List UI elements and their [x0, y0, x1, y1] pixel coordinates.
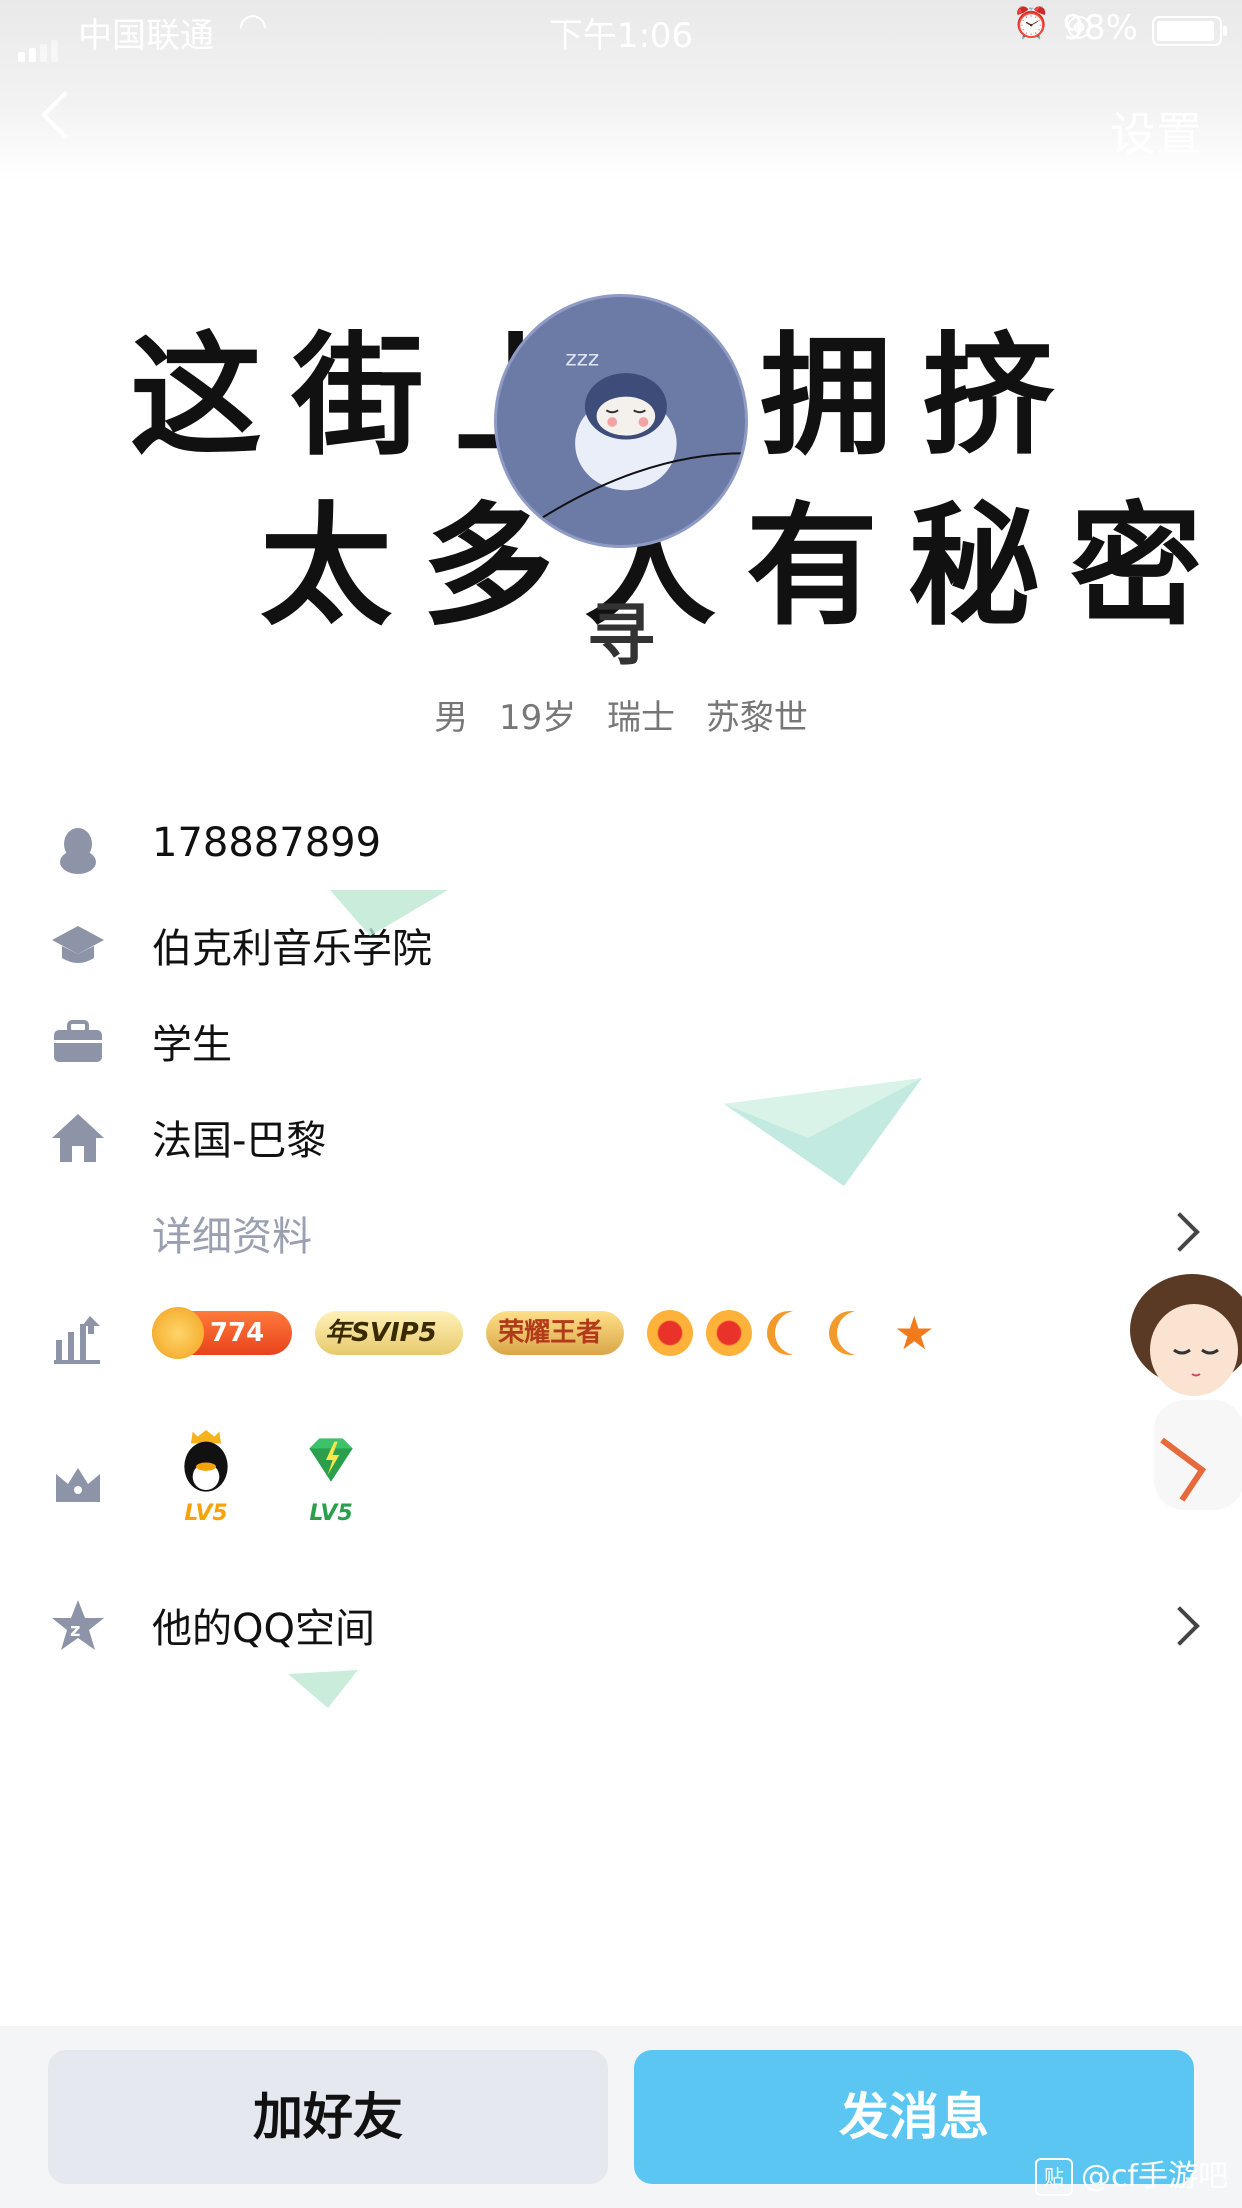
sun-icon [647, 1310, 694, 1356]
occupation: 学生 [152, 1022, 232, 1068]
details-link[interactable]: 详细资料 [152, 1204, 312, 1262]
paper-plane-icon [288, 1670, 358, 1708]
occupation-row: 学生 [0, 998, 1242, 1078]
status-bar: 中国联通 ◠ 下午1:06 ◎ ⏰ 98% [0, 0, 1242, 62]
country-label: 瑞士 [607, 698, 676, 738]
nickname: 寻 [586, 597, 655, 676]
sun-icon [706, 1310, 753, 1356]
diamond-level-icon[interactable]: LV5 [291, 1430, 371, 1526]
details-row[interactable]: 详细资料 [0, 1190, 1242, 1270]
graduation-cap-icon [50, 918, 106, 974]
star-icon: ★ [893, 1306, 935, 1360]
moon-icon [837, 1311, 881, 1355]
basic-info: 男 19岁 瑞士 苏黎世 [0, 690, 1242, 739]
hometown-row: 法国-巴黎 [0, 1094, 1242, 1174]
king-badge[interactable]: 荣耀王者 [486, 1311, 625, 1355]
status-time: 下午1:06 [548, 16, 694, 56]
chevron-right-icon [1160, 1212, 1200, 1252]
cartoon-boy-sticker [1130, 1274, 1242, 1510]
watermark: 贴 @cf手游吧 [1034, 2151, 1228, 2196]
gender-label: 男 [434, 698, 469, 738]
alarm-icon: ⏰ [1012, 6, 1050, 41]
chevron-right-icon [1160, 1606, 1200, 1646]
qzone-star-icon: z [50, 1598, 106, 1654]
settings-button[interactable]: 设置 [1110, 98, 1202, 164]
avatar[interactable]: zzz [494, 294, 748, 548]
coin-badge[interactable]: 774 [152, 1307, 292, 1359]
avatar-illustration: zzz [535, 346, 745, 523]
battery-percent: 98% [1062, 8, 1138, 48]
paper-plane-icon [724, 1078, 922, 1186]
svip-badge[interactable]: 年SVIP5 [315, 1311, 464, 1355]
moon-icon [775, 1311, 819, 1355]
qq-number: 178887899 [152, 820, 382, 866]
add-friend-button[interactable]: 加好友 [48, 2050, 608, 2184]
signature-line-1b: 拥挤 [760, 319, 1084, 474]
badges[interactable]: 774 年SVIP5 荣耀王者 ★ [152, 1306, 935, 1362]
svg-text:z: z [70, 1620, 80, 1641]
watermark-text: @cf手游吧 [1080, 2158, 1228, 2194]
qq-number-row: 178887899 [0, 806, 1242, 886]
penguin-icon [50, 822, 106, 878]
tieba-logo-icon: 贴 [1034, 2158, 1073, 2196]
briefcase-icon [50, 1014, 106, 1070]
qzone-label[interactable]: 他的QQ空间 [152, 1596, 375, 1654]
qzone-row[interactable]: z 他的QQ空间 [0, 1582, 1242, 1662]
city-label: 苏黎世 [705, 698, 808, 738]
battery-icon [1152, 16, 1227, 46]
crown-icon [50, 1456, 106, 1512]
school-row: 伯克利音乐学院 [0, 902, 1242, 982]
paper-plane-icon [330, 890, 448, 936]
qq-level-icon[interactable]: LV5 [166, 1430, 246, 1526]
level-chart-icon [50, 1312, 106, 1368]
age-label: 19岁 [498, 698, 577, 738]
hometown: 法国-巴黎 [152, 1118, 327, 1164]
level-icons[interactable]: LV5 LV5 [166, 1430, 411, 1550]
svg-text:zzz: zzz [565, 346, 599, 371]
home-icon [50, 1110, 106, 1166]
